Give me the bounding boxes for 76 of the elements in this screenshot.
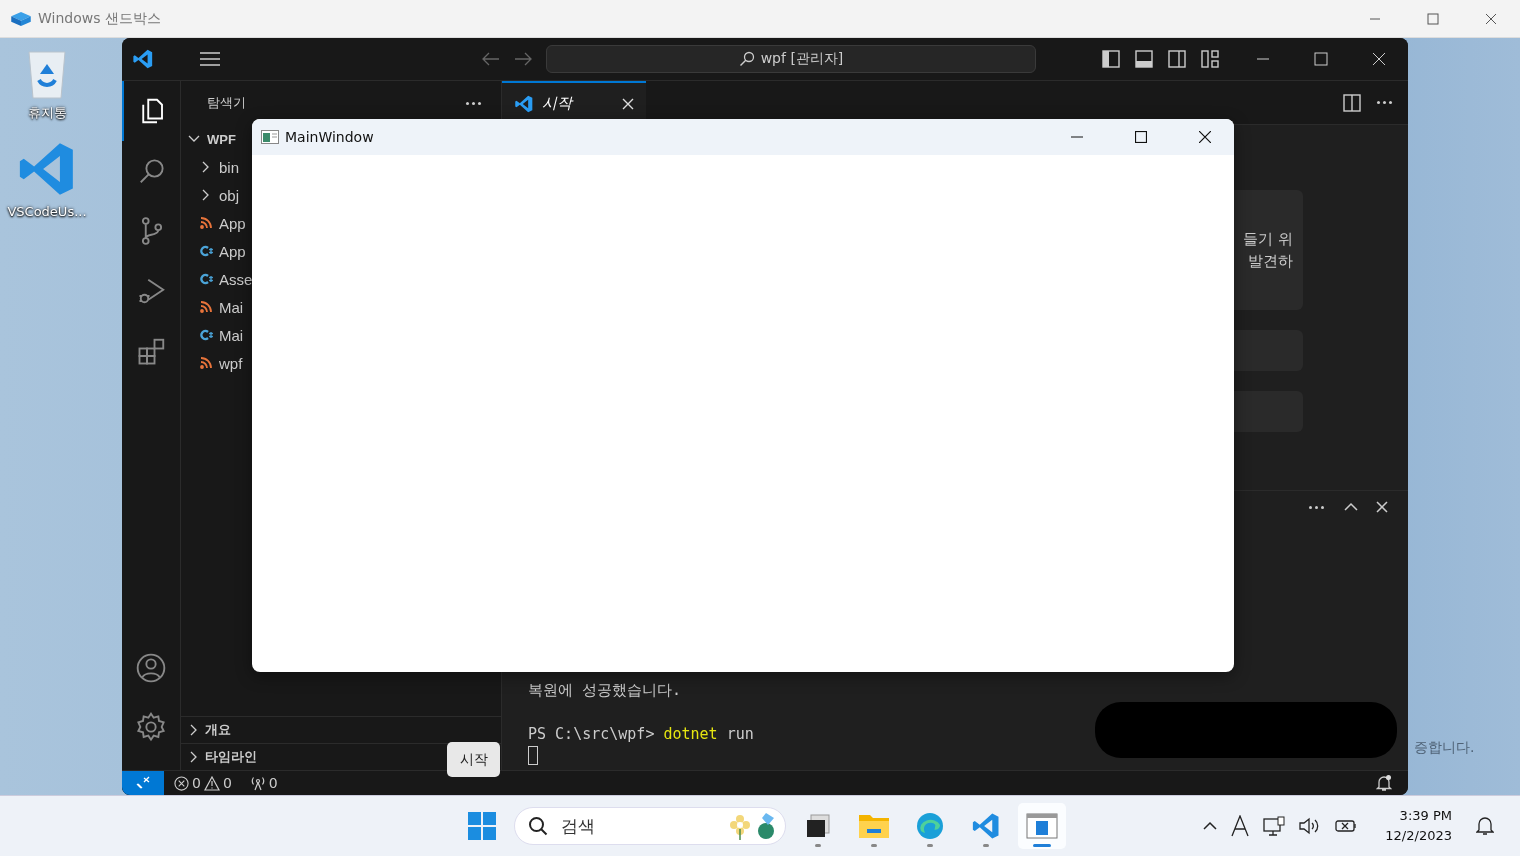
close-icon[interactable]	[1376, 501, 1388, 513]
close-icon	[1199, 131, 1211, 143]
sidebar-toggle-icon[interactable]	[1102, 50, 1120, 68]
tooltip: 시작	[447, 742, 500, 777]
tree-item[interactable]: Mai	[199, 293, 244, 321]
account-icon[interactable]	[135, 652, 167, 684]
tree-item[interactable]: obj	[199, 181, 240, 209]
tree-item[interactable]: WPF	[187, 125, 236, 153]
csharp-file-icon	[199, 328, 213, 342]
clock-date[interactable]: 12/2/2023	[1385, 826, 1452, 846]
close-icon	[1485, 12, 1497, 25]
search-field[interactable]: 검색	[514, 807, 786, 845]
search-icon	[738, 51, 755, 67]
back-icon[interactable]	[482, 52, 500, 66]
antenna-icon	[249, 775, 266, 791]
window-icon	[1026, 813, 1058, 839]
vscode-icon	[514, 93, 534, 114]
tree-item[interactable]: Mai	[199, 321, 244, 349]
app-icon	[261, 130, 279, 144]
close-icon[interactable]	[622, 97, 634, 110]
terminal-line: 증합니다.	[1414, 739, 1475, 757]
chevron-up-icon[interactable]	[1203, 821, 1218, 831]
card-text: 들기 위	[1243, 229, 1293, 250]
maximize-icon	[1427, 12, 1439, 25]
battery-icon[interactable]	[1335, 819, 1358, 833]
terminal-line: 복원에 성공했습니다.	[528, 680, 683, 700]
tree-item[interactable]: App	[199, 209, 246, 237]
extensions-icon	[137, 336, 167, 366]
terminal-command: dotnet	[663, 724, 718, 744]
layout-icon[interactable]	[1201, 50, 1219, 68]
notification-bell-icon[interactable]	[1376, 774, 1392, 792]
terminal-cursor	[528, 746, 538, 765]
remote-icon	[136, 776, 150, 790]
menu-icon[interactable]	[200, 52, 220, 66]
rss-file-icon	[199, 300, 213, 314]
window-title: Windows 샌드박스	[38, 9, 161, 28]
settings-icon[interactable]	[135, 711, 167, 743]
csharp-file-icon	[199, 244, 213, 258]
search-icon	[137, 156, 167, 186]
maximize-icon	[1135, 131, 1147, 143]
run-debug-icon	[137, 276, 167, 306]
clock-time[interactable]: 3:39 PM	[1399, 806, 1452, 826]
csharp-file-icon	[199, 272, 213, 286]
windows-logo-icon	[467, 811, 497, 841]
error-icon	[174, 775, 189, 791]
panel-toggle-icon[interactable]	[1135, 50, 1153, 68]
warning-icon	[203, 775, 220, 791]
rss-file-icon	[199, 216, 213, 230]
ports-indicator[interactable]: 0	[249, 775, 278, 791]
forward-icon[interactable]	[514, 52, 532, 66]
explorer-title: 탐색기	[207, 94, 246, 112]
notification-bell-icon[interactable]	[1476, 816, 1494, 836]
vscode-icon	[971, 811, 1001, 841]
terminal-prompt: PS C:\src\wpf>	[528, 724, 655, 744]
command-center[interactable]: wpf [관리자]	[546, 45, 1036, 73]
maximize-panel-icon[interactable]	[1344, 502, 1358, 512]
font-icon[interactable]	[1231, 815, 1250, 837]
card-text: 발견하	[1248, 251, 1293, 272]
window-title: MainWindow	[285, 129, 374, 145]
search-icon	[528, 816, 548, 836]
tree-item[interactable]: Asse	[199, 265, 253, 293]
secondary-sidebar-icon[interactable]	[1168, 50, 1186, 68]
rss-file-icon	[199, 356, 213, 370]
close-icon	[1372, 52, 1386, 66]
network-icon[interactable]	[1263, 816, 1286, 836]
split-editor-icon[interactable]	[1343, 93, 1361, 112]
tree-item[interactable]: bin	[199, 153, 240, 181]
vscode-icon	[132, 48, 154, 70]
tree-item[interactable]: App	[199, 237, 246, 265]
browser-icon	[915, 811, 945, 841]
folder-icon	[858, 812, 890, 840]
maximize-icon	[1314, 52, 1328, 66]
tree-item[interactable]: wpf	[199, 349, 243, 377]
problems-indicator[interactable]: 0 0	[174, 775, 232, 791]
sandbox-icon	[10, 10, 32, 27]
terminal-argument: run	[726, 724, 754, 744]
